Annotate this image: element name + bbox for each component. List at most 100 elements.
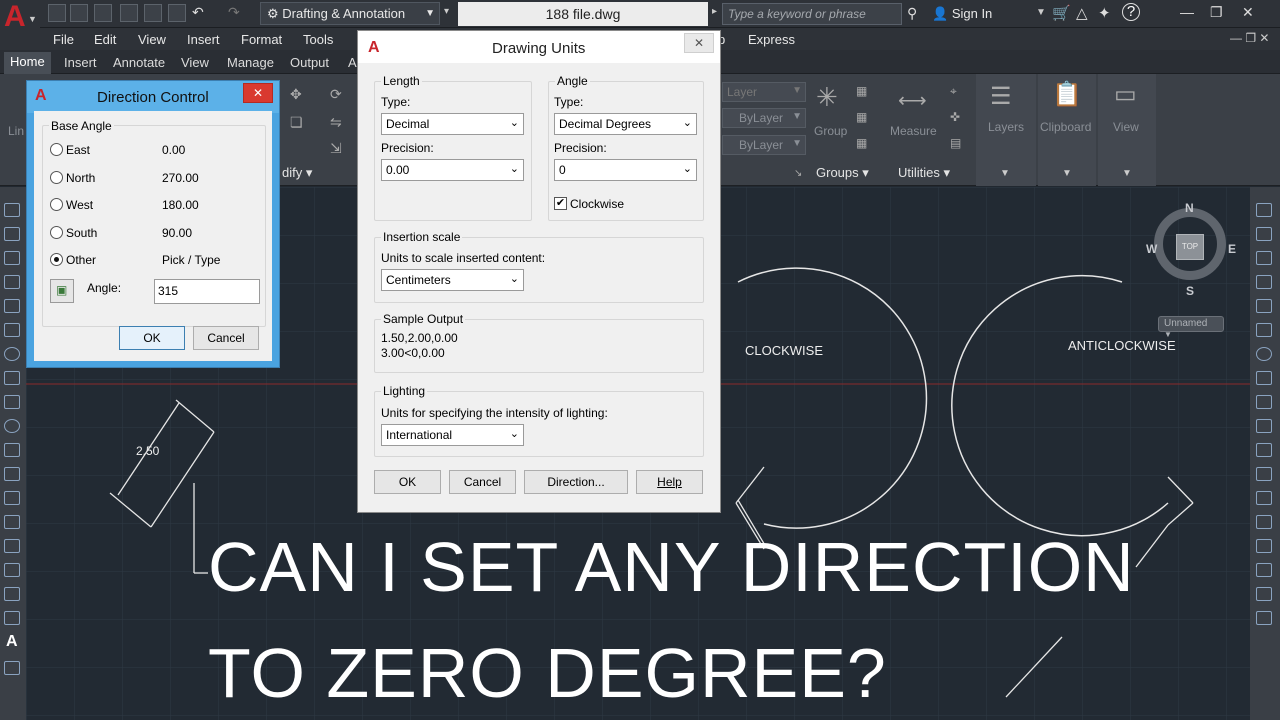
layers-panel[interactable]: ☰ Layers ▼ (976, 74, 1036, 186)
hatch-icon[interactable] (4, 539, 20, 553)
radio-north[interactable] (50, 171, 63, 184)
measure-icon[interactable]: ⟷ (898, 88, 927, 113)
angle-type-select[interactable]: Decimal Degrees ⌄ (554, 113, 697, 135)
ellipse-icon[interactable] (4, 419, 20, 433)
customize-qat-icon[interactable]: ▾ (444, 6, 449, 17)
polygon-icon[interactable] (4, 275, 20, 289)
cancel-button[interactable]: Cancel (193, 326, 259, 350)
exchange-icon[interactable]: ✦ (1098, 4, 1111, 22)
chevron-right-icon[interactable]: ▸ (712, 6, 717, 17)
direction-button[interactable]: Direction... (524, 470, 628, 494)
trim-icon[interactable] (1256, 419, 1272, 433)
drawing-units-titlebar[interactable]: A Drawing Units ✕ (358, 31, 720, 63)
ungroup-icon[interactable]: ▦ (856, 84, 867, 98)
tab-output[interactable]: Output (290, 55, 329, 70)
rotate-icon[interactable]: ⟳ (330, 86, 342, 103)
gradient-icon[interactable] (4, 563, 20, 577)
tab-insert[interactable]: Insert (64, 55, 97, 70)
ok-button[interactable]: OK (119, 326, 185, 350)
arc-icon[interactable] (4, 323, 20, 337)
break-icon[interactable] (1256, 491, 1272, 505)
chevron-down-icon[interactable]: ▼ (1036, 7, 1046, 18)
radio-other[interactable] (50, 253, 63, 266)
autodesk-a360-icon[interactable]: △ (1076, 4, 1088, 22)
open-sheet-set-icon[interactable] (94, 4, 112, 22)
close-button[interactable]: ✕ (684, 33, 714, 53)
ok-button[interactable]: OK (374, 470, 441, 494)
make-block-icon[interactable] (4, 491, 20, 505)
option-east-label[interactable]: East (66, 143, 90, 157)
layer-dropdown[interactable]: Layer ▼ (722, 82, 806, 102)
radio-east[interactable] (50, 143, 63, 156)
move-icon[interactable] (1256, 323, 1272, 337)
minimize-button[interactable]: — (1180, 4, 1194, 20)
revision-cloud-icon[interactable] (4, 371, 20, 385)
sign-in-button[interactable]: 👤 Sign In (932, 6, 992, 22)
copy-object-icon[interactable] (1256, 227, 1272, 241)
tab-manage[interactable]: Manage (227, 55, 274, 70)
construction-line-icon[interactable] (4, 227, 20, 241)
restore-button[interactable]: ❐ (1210, 4, 1223, 21)
chamfer-icon[interactable] (1256, 539, 1272, 553)
help-icon[interactable]: ? (1122, 3, 1140, 21)
spline-icon[interactable] (4, 395, 20, 409)
stretch-icon[interactable] (1256, 395, 1272, 409)
viewcube[interactable]: TOP N S E W (1146, 201, 1236, 298)
lighting-units-select[interactable]: International ⌄ (381, 424, 524, 446)
length-type-select[interactable]: Decimal ⌄ (381, 113, 524, 135)
view-panel[interactable]: ▭ View ▼ (1098, 74, 1156, 186)
close-button[interactable]: ✕ (243, 83, 273, 103)
modify-panel-title[interactable]: dify ▾ (282, 165, 312, 181)
option-west-label[interactable]: West (66, 198, 93, 212)
erase-icon[interactable] (1256, 203, 1272, 217)
direction-control-titlebar[interactable]: A Direction Control ✕ (27, 81, 279, 113)
insert-block-icon[interactable] (4, 467, 20, 481)
cancel-button[interactable]: Cancel (449, 470, 516, 494)
group-label[interactable]: Group (814, 124, 847, 138)
pick-angle-button[interactable]: ▣ (50, 279, 74, 303)
menu-express[interactable]: Express (748, 32, 795, 47)
compass-south[interactable]: S (1186, 284, 1194, 298)
insertion-units-select[interactable]: Centimeters ⌄ (381, 269, 524, 291)
measure-label[interactable]: Measure (890, 124, 937, 138)
clockwise-checkbox[interactable]: ✔ (554, 197, 567, 210)
point-icon[interactable] (4, 515, 20, 529)
groups-panel-title[interactable]: Groups ▾ (816, 165, 869, 181)
close-button[interactable]: ✕ (1242, 4, 1254, 21)
binoculars-icon[interactable]: ⚲ (907, 5, 917, 22)
tab-view[interactable]: View (181, 55, 209, 70)
menu-edit[interactable]: Edit (94, 32, 116, 47)
workspace-dropdown[interactable]: ⚙ Drafting & Annotation ▼ (260, 2, 440, 25)
explode-icon[interactable] (1256, 611, 1272, 625)
multiline-text-icon[interactable]: A (6, 633, 18, 651)
color-dropdown[interactable]: ByLayer ▼ (722, 108, 806, 128)
offset-icon[interactable] (1256, 275, 1272, 289)
region-icon[interactable] (4, 587, 20, 601)
scale-icon[interactable] (1256, 371, 1272, 385)
angle-precision-select[interactable]: 0 ⌄ (554, 159, 697, 181)
fillet-icon[interactable] (1256, 563, 1272, 577)
plot-icon[interactable] (168, 4, 186, 22)
menu-view[interactable]: View (138, 32, 166, 47)
save-as-icon[interactable] (144, 4, 162, 22)
length-precision-select[interactable]: 0.00 ⌄ (381, 159, 524, 181)
save-icon[interactable] (120, 4, 138, 22)
utilities-panel-title[interactable]: Utilities ▾ (898, 165, 950, 181)
table-icon[interactable] (4, 611, 20, 625)
rectangle-icon[interactable] (4, 299, 20, 313)
doc-window-controls[interactable]: — ❐ ✕ (1230, 31, 1269, 45)
rotate-icon[interactable] (1256, 347, 1272, 361)
menu-insert[interactable]: Insert (187, 32, 220, 47)
ellipse-arc-icon[interactable] (4, 443, 20, 457)
open-icon[interactable] (70, 4, 88, 22)
new-icon[interactable] (48, 4, 66, 22)
clipboard-panel[interactable]: 📋 Clipboard ▼ (1038, 74, 1096, 186)
break-at-point-icon[interactable] (1256, 467, 1272, 481)
join-icon[interactable] (1256, 515, 1272, 529)
point-icon[interactable]: ✜ (950, 110, 960, 124)
tab-home[interactable]: Home (4, 52, 51, 74)
quick-select-icon[interactable]: ⌖ (950, 84, 957, 99)
menu-format[interactable]: Format (241, 32, 282, 47)
mirror-icon[interactable]: ⇋ (330, 114, 342, 131)
mirror-icon[interactable] (1256, 251, 1272, 265)
